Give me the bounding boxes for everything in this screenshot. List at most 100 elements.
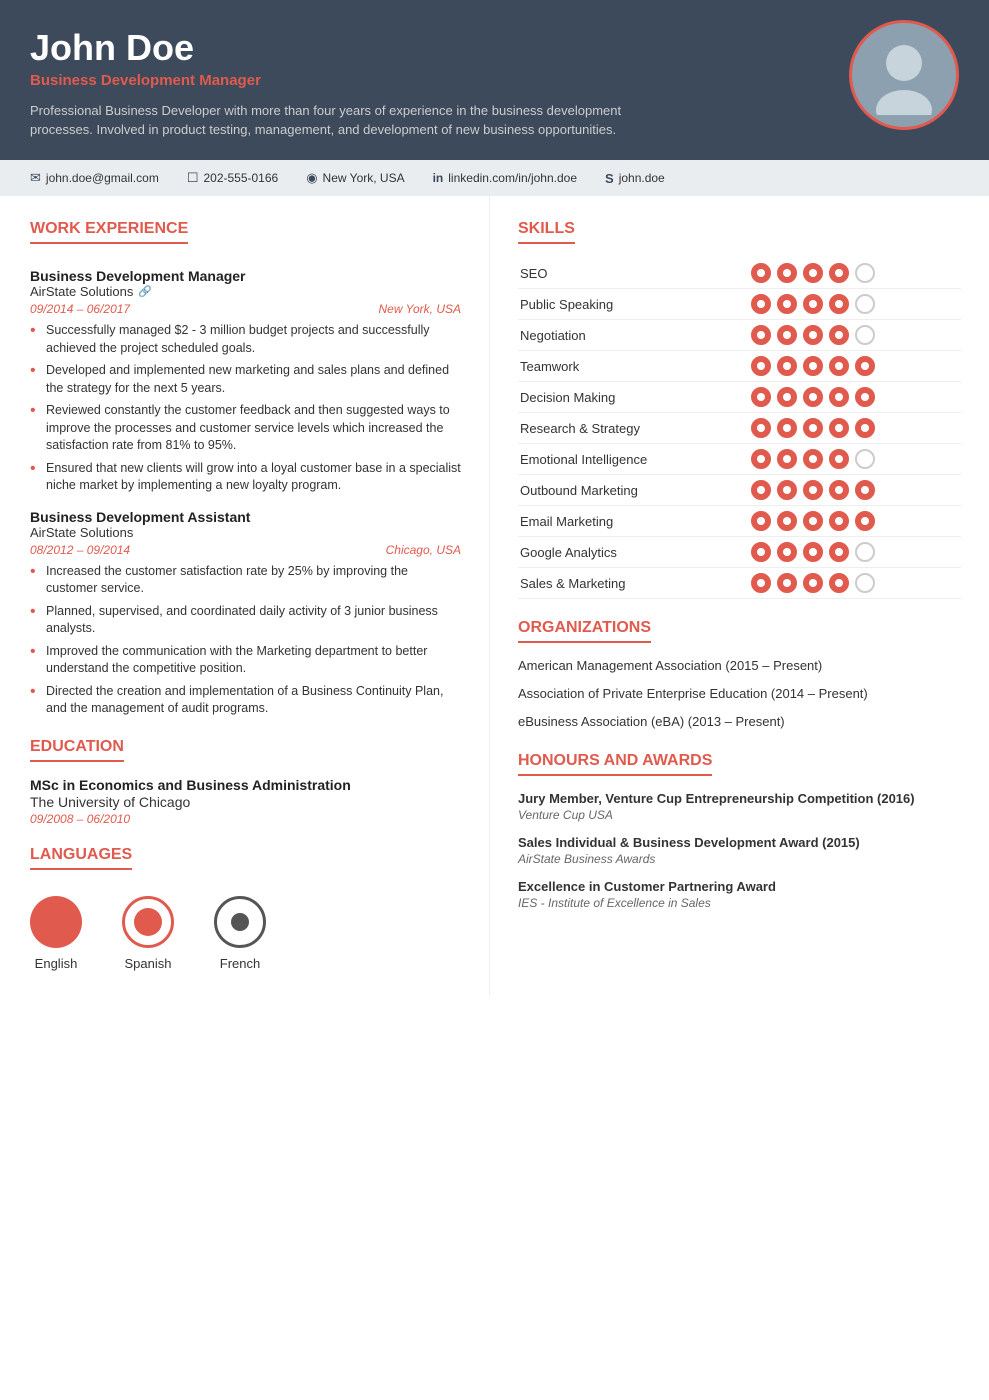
skill-dots-4 — [749, 382, 961, 413]
skill-name-1: Public Speaking — [518, 289, 749, 320]
job-1: Business Development Manager AirState So… — [30, 268, 461, 495]
filled-dot — [751, 325, 771, 345]
education-section: EDUCATION MSc in Economics and Business … — [30, 738, 461, 826]
filled-dot — [751, 387, 771, 407]
filled-dot — [777, 387, 797, 407]
empty-dot — [855, 294, 875, 314]
job-2: Business Development Assistant AirState … — [30, 509, 461, 718]
skill-row-1: Public Speaking — [518, 289, 961, 320]
filled-dot — [751, 294, 771, 314]
skill-row-8: Email Marketing — [518, 506, 961, 537]
job-1-bullets: Successfully managed $2 - 3 million budg… — [30, 322, 461, 495]
skill-name-3: Teamwork — [518, 351, 749, 382]
filled-dot — [751, 542, 771, 562]
skill-row-7: Outbound Marketing — [518, 475, 961, 506]
english-circle — [30, 896, 82, 948]
job-2-bullet-1: Increased the customer satisfaction rate… — [30, 563, 461, 598]
honour-3-title: Excellence in Customer Partnering Award — [518, 878, 961, 896]
filled-dot — [855, 480, 875, 500]
skill-dots-10 — [749, 568, 961, 599]
education-title: EDUCATION — [30, 738, 124, 762]
job-2-bullet-2: Planned, supervised, and coordinated dai… — [30, 603, 461, 638]
linkedin-icon: in — [433, 171, 444, 185]
skill-name-10: Sales & Marketing — [518, 568, 749, 599]
filled-dot — [803, 449, 823, 469]
empty-dot — [855, 449, 875, 469]
skill-dots-8 — [749, 506, 961, 537]
filled-dot — [777, 294, 797, 314]
filled-dot — [803, 511, 823, 531]
job-1-bullet-3: Reviewed constantly the customer feedbac… — [30, 402, 461, 455]
empty-dot — [855, 542, 875, 562]
job-2-company: AirState Solutions — [30, 525, 461, 540]
filled-dot — [777, 480, 797, 500]
filled-dot — [803, 480, 823, 500]
filled-dot — [751, 449, 771, 469]
person-summary: Professional Business Developer with mor… — [30, 101, 650, 140]
filled-dot — [829, 573, 849, 593]
organizations-section: ORGANIZATIONS American Management Associ… — [518, 619, 961, 732]
filled-dot — [751, 263, 771, 283]
filled-dot — [777, 573, 797, 593]
filled-dot — [803, 325, 823, 345]
languages-circles: English Spanish French — [30, 896, 461, 971]
skill-row-3: Teamwork — [518, 351, 961, 382]
work-experience-section: WORK EXPERIENCE Business Development Man… — [30, 220, 461, 718]
skill-row-0: SEO — [518, 258, 961, 289]
filled-dot — [855, 511, 875, 531]
job-1-meta: 09/2014 – 06/2017 New York, USA — [30, 302, 461, 316]
skill-row-4: Decision Making — [518, 382, 961, 413]
person-name: John Doe — [30, 28, 959, 68]
filled-dot — [777, 449, 797, 469]
filled-dot — [855, 387, 875, 407]
filled-dot — [829, 418, 849, 438]
skill-dots-0 — [749, 258, 961, 289]
job-2-bullets: Increased the customer satisfaction rate… — [30, 563, 461, 718]
job-1-bullet-2: Developed and implemented new marketing … — [30, 362, 461, 397]
job-1-company: AirState Solutions 🔗 — [30, 284, 461, 299]
language-english: English — [30, 896, 82, 971]
edu-degree: MSc in Economics and Business Administra… — [30, 776, 461, 794]
work-experience-title: WORK EXPERIENCE — [30, 220, 188, 244]
empty-dot — [855, 325, 875, 345]
email-icon: ✉ — [30, 170, 41, 186]
filled-dot — [751, 573, 771, 593]
main-content: WORK EXPERIENCE Business Development Man… — [0, 196, 989, 995]
filled-dot — [803, 294, 823, 314]
filled-dot — [777, 511, 797, 531]
languages-title: LANGUAGES — [30, 846, 132, 870]
contact-phone: ☐ 202-555-0166 — [187, 170, 278, 186]
filled-dot — [829, 480, 849, 500]
skill-dots-2 — [749, 320, 961, 351]
person-title: Business Development Manager — [30, 72, 959, 89]
honours-section: HONOURS AND AWARDS Jury Member, Venture … — [518, 752, 961, 911]
skill-name-7: Outbound Marketing — [518, 475, 749, 506]
filled-dot — [777, 356, 797, 376]
spanish-label: Spanish — [125, 956, 172, 971]
header-section: John Doe Business Development Manager Pr… — [0, 0, 989, 160]
filled-dot — [829, 449, 849, 469]
honour-2-title: Sales Individual & Business Development … — [518, 834, 961, 852]
job-1-title: Business Development Manager — [30, 268, 461, 284]
contact-email: ✉ john.doe@gmail.com — [30, 170, 159, 186]
skill-dots-9 — [749, 537, 961, 568]
filled-dot — [829, 325, 849, 345]
filled-dot — [855, 356, 875, 376]
skill-row-10: Sales & Marketing — [518, 568, 961, 599]
contact-bar: ✉ john.doe@gmail.com ☐ 202-555-0166 ◉ Ne… — [0, 160, 989, 196]
filled-dot — [803, 387, 823, 407]
organizations-title: ORGANIZATIONS — [518, 619, 651, 643]
honour-1-subtitle: Venture Cup USA — [518, 808, 961, 822]
contact-location: ◉ New York, USA — [306, 170, 404, 186]
right-column: SKILLS SEOPublic SpeakingNegotiationTeam… — [490, 196, 989, 995]
job-2-meta: 08/2012 – 09/2014 Chicago, USA — [30, 543, 461, 557]
filled-dot — [803, 418, 823, 438]
contact-skype: S john.doe — [605, 171, 665, 186]
skill-row-6: Emotional Intelligence — [518, 444, 961, 475]
job-2-bullet-4: Directed the creation and implementation… — [30, 683, 461, 718]
left-column: WORK EXPERIENCE Business Development Man… — [0, 196, 490, 995]
skills-table: SEOPublic SpeakingNegotiationTeamworkDec… — [518, 258, 961, 599]
location-icon: ◉ — [306, 170, 317, 186]
filled-dot — [803, 263, 823, 283]
filled-dot — [803, 542, 823, 562]
